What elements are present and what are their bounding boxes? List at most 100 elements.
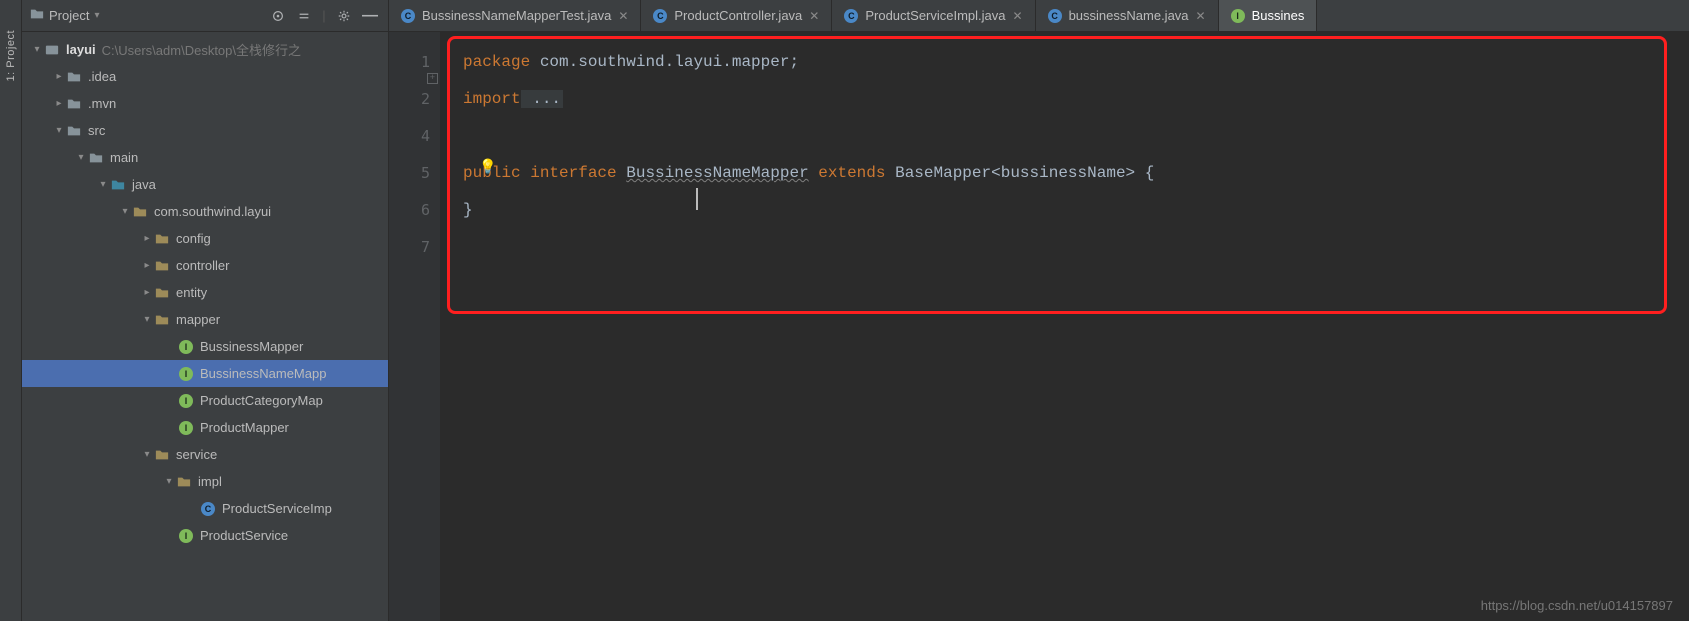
source-folder-icon (110, 177, 126, 193)
tree-root-layui[interactable]: layui C:\Users\adm\Desktop\全栈修行之 (22, 36, 388, 63)
node-label: ProductMapper (200, 420, 289, 435)
node-label: ProductCategoryMap (200, 393, 323, 408)
close-icon[interactable]: ✕ (618, 9, 628, 23)
folder-icon (66, 96, 82, 112)
package-icon (154, 258, 170, 274)
fold-expand-icon[interactable]: + (427, 73, 438, 84)
tree-file-productserviceimpl[interactable]: C ProductServiceImp (22, 495, 388, 522)
class-icon: C (653, 9, 667, 23)
package-icon (154, 312, 170, 328)
line-number: 4 (389, 118, 430, 155)
line-number: 5 (389, 155, 430, 192)
tree-node-service[interactable]: service (22, 441, 388, 468)
interface-icon: I (178, 528, 194, 544)
interface-icon: I (1231, 9, 1245, 23)
tree-node-entity[interactable]: entity (22, 279, 388, 306)
folder-open-icon (30, 7, 44, 24)
tool-window-stripe[interactable]: 1: Project (0, 0, 22, 621)
node-label: .idea (88, 69, 116, 84)
node-label: entity (176, 285, 207, 300)
module-icon (44, 42, 60, 58)
node-label: ProductServiceImp (222, 501, 332, 516)
tab-label: ProductServiceImpl.java (865, 8, 1005, 23)
node-label: ProductService (200, 528, 288, 543)
close-icon[interactable]: ✕ (1013, 9, 1023, 23)
code-line-6: } (463, 192, 1689, 229)
close-icon[interactable]: ✕ (1196, 9, 1206, 23)
editor-area: C BussinessNameMapperTest.java ✕ C Produ… (389, 0, 1689, 621)
node-label: src (88, 123, 105, 138)
interface-icon: I (178, 366, 194, 382)
close-icon[interactable]: ✕ (809, 9, 819, 23)
project-tree[interactable]: layui C:\Users\adm\Desktop\全栈修行之 .idea .… (22, 32, 388, 621)
tab-label: Bussines (1252, 8, 1305, 23)
package-icon (154, 285, 170, 301)
code-editor[interactable]: + 💡 package com.southwind.layui.mapper; … (441, 32, 1689, 621)
interface-icon: I (178, 420, 194, 436)
tab-bussinessname[interactable]: C bussinessName.java ✕ (1036, 0, 1219, 31)
node-label: BussinessNameMapp (200, 366, 326, 381)
package-icon (154, 447, 170, 463)
tree-node-controller[interactable]: controller (22, 252, 388, 279)
tree-file-productcategorymapper[interactable]: I ProductCategoryMap (22, 387, 388, 414)
tab-productcontroller[interactable]: C ProductController.java ✕ (641, 0, 832, 31)
hide-panel-icon[interactable]: — (360, 6, 380, 26)
tree-file-productservice[interactable]: I ProductService (22, 522, 388, 549)
tab-bussinessnamemappertest[interactable]: C BussinessNameMapperTest.java ✕ (389, 0, 641, 31)
node-label: com.southwind.layui (154, 204, 271, 219)
project-panel-header: Project ▾ | — (22, 0, 388, 32)
project-view-title: Project (49, 8, 89, 23)
text-cursor (696, 188, 698, 210)
line-gutter[interactable]: 1 2 4 5 6 7 (389, 32, 441, 621)
node-label: impl (198, 474, 222, 489)
node-label: mapper (176, 312, 220, 327)
watermark: https://blog.csdn.net/u014157897 (1481, 598, 1673, 613)
node-label: config (176, 231, 211, 246)
tree-node-idea[interactable]: .idea (22, 63, 388, 90)
folder-icon (66, 123, 82, 139)
folder-icon (88, 150, 104, 166)
chevron-down-icon: ▾ (94, 10, 99, 21)
class-icon: C (401, 9, 415, 23)
editor-body: 1 2 4 5 6 7 + 💡 package com.southwind.la… (389, 32, 1689, 621)
tree-node-main[interactable]: main (22, 144, 388, 171)
node-path: C:\Users\adm\Desktop\全栈修行之 (102, 40, 301, 59)
package-icon (132, 204, 148, 220)
settings-gear-icon[interactable] (334, 6, 354, 26)
tree-node-impl[interactable]: impl (22, 468, 388, 495)
class-icon: C (1048, 9, 1062, 23)
node-label: .mvn (88, 96, 116, 111)
tree-file-productmapper[interactable]: I ProductMapper (22, 414, 388, 441)
tree-node-src[interactable]: src (22, 117, 388, 144)
tree-file-bussinessmapper[interactable]: I BussinessMapper (22, 333, 388, 360)
tree-node-package[interactable]: com.southwind.layui (22, 198, 388, 225)
tree-file-bussinessnamemapper[interactable]: I BussinessNameMapp (22, 360, 388, 387)
tree-node-config[interactable]: config (22, 225, 388, 252)
node-label: layui (66, 42, 96, 57)
select-opened-file-icon[interactable] (268, 6, 288, 26)
code-line-1: package com.southwind.layui.mapper; (463, 44, 1689, 81)
tab-productserviceimpl[interactable]: C ProductServiceImpl.java ✕ (832, 0, 1035, 31)
folder-icon (66, 69, 82, 85)
line-number: 6 (389, 192, 430, 229)
line-number: 1 (389, 44, 430, 81)
tree-node-java[interactable]: java (22, 171, 388, 198)
intention-bulb-icon[interactable]: 💡 (479, 150, 496, 187)
code-line-5: public interface BussinessNameMapper ext… (463, 155, 1689, 192)
tab-bussinessnamemapper[interactable]: I Bussines (1219, 0, 1318, 31)
interface-icon: I (178, 393, 194, 409)
line-number: 7 (389, 229, 430, 266)
code-line-7 (463, 229, 1689, 266)
class-icon: C (200, 501, 216, 517)
node-label: BussinessMapper (200, 339, 303, 354)
package-icon (176, 474, 192, 490)
collapse-all-icon[interactable] (294, 6, 314, 26)
node-label: service (176, 447, 217, 462)
tab-label: ProductController.java (674, 8, 802, 23)
project-view-selector[interactable]: Project ▾ (30, 7, 100, 24)
divider: | (320, 6, 328, 26)
tree-node-mvn[interactable]: .mvn (22, 90, 388, 117)
project-panel: Project ▾ | — layui C:\Users\adm\Desktop… (22, 0, 389, 621)
tree-node-mapper[interactable]: mapper (22, 306, 388, 333)
interface-icon: I (178, 339, 194, 355)
